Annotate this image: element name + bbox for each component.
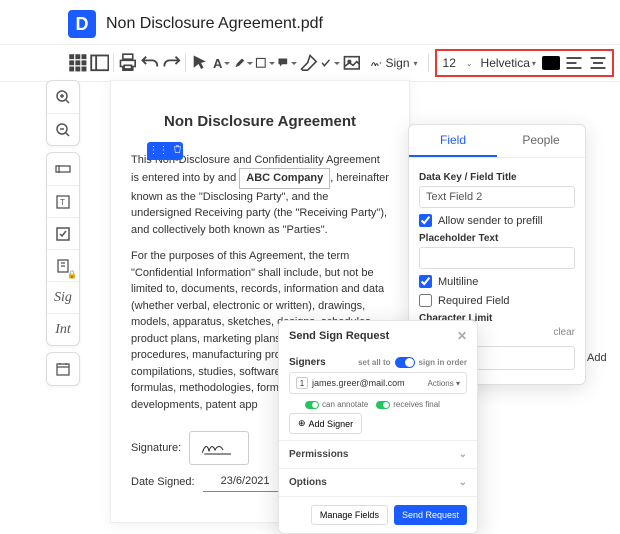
tab-field[interactable]: Field xyxy=(409,125,497,157)
eraser-icon[interactable] xyxy=(299,53,319,73)
pointer-icon[interactable] xyxy=(190,53,210,73)
signers-label: Signers xyxy=(289,357,326,368)
sign-button[interactable]: Sign▾ xyxy=(364,53,424,73)
attachment-field-icon[interactable]: 🔒 xyxy=(47,249,79,281)
print-icon[interactable] xyxy=(118,53,138,73)
send-request-button[interactable]: Send Request xyxy=(394,505,467,525)
text-tool-icon[interactable]: A xyxy=(212,53,232,73)
data-key-label: Data Key / Field Title xyxy=(419,172,575,183)
close-icon[interactable]: ✕ xyxy=(457,329,467,343)
svg-text:T: T xyxy=(60,198,65,207)
app-logo: D xyxy=(68,10,96,38)
signer-row: 1 james.greer@mail.com Actions ▾ xyxy=(289,372,467,394)
grid-icon[interactable] xyxy=(68,53,88,73)
zoom-in-icon[interactable] xyxy=(47,81,79,113)
file-name: Non Disclosure Agreement.pdf xyxy=(106,15,323,33)
align-center-icon[interactable] xyxy=(588,53,608,73)
signer-actions[interactable]: Actions ▾ xyxy=(428,379,460,388)
color-swatch[interactable] xyxy=(542,56,560,70)
allow-prefill-label: Allow sender to prefill xyxy=(438,215,543,227)
chevron-down-icon: ⌄ xyxy=(459,477,467,488)
lock-icon: 🔒 xyxy=(67,270,77,279)
allow-prefill-checkbox[interactable] xyxy=(419,214,432,227)
signature-field-icon[interactable]: Sig xyxy=(47,281,79,313)
image-tool-icon[interactable] xyxy=(342,53,362,73)
trash-icon[interactable] xyxy=(173,143,182,158)
multiline-checkbox[interactable] xyxy=(419,275,432,288)
placeholder-label: Placeholder Text xyxy=(419,233,575,244)
signer-email: james.greer@mail.com xyxy=(312,378,424,388)
set-all-label: set all to xyxy=(358,358,390,367)
send-sign-request-panel: Send Sign Request ✕ Signers set all to s… xyxy=(278,320,478,534)
field-drag-handle[interactable]: ⋮⋮ xyxy=(147,142,183,160)
date-field-icon[interactable] xyxy=(47,353,79,385)
sign-order-label: sign in order xyxy=(419,358,467,367)
sign-order-toggle[interactable] xyxy=(395,357,415,368)
placeholder-input[interactable] xyxy=(419,247,575,269)
data-key-input[interactable] xyxy=(419,186,575,208)
initials-field-icon[interactable]: Int xyxy=(47,313,79,345)
signature-box[interactable] xyxy=(189,431,249,465)
plus-icon: ⊕ xyxy=(298,418,306,429)
align-left-icon[interactable] xyxy=(564,53,584,73)
pen-tool-icon[interactable] xyxy=(234,53,254,73)
paragraph-1: ⋮⋮ This Non-Disclosure and Confidentiali… xyxy=(131,152,389,239)
company-text-field[interactable]: ABC Company xyxy=(239,168,330,189)
options-accordion[interactable]: Options⌄ xyxy=(279,468,477,496)
drag-grip-icon: ⋮⋮ xyxy=(149,143,169,158)
multiline-label: Multiline xyxy=(438,276,478,288)
panel-icon[interactable] xyxy=(90,53,110,73)
perm-finalize-toggle[interactable] xyxy=(376,401,390,409)
redo-icon[interactable] xyxy=(162,53,182,73)
comment-icon[interactable] xyxy=(277,53,297,73)
toolbar: A Sign▾ 12⌄ Helvetica▾ xyxy=(0,44,620,82)
required-label: Required Field xyxy=(438,295,510,307)
signer-order[interactable]: 1 xyxy=(296,377,308,389)
tab-people[interactable]: People xyxy=(497,125,585,157)
add-signer-button[interactable]: ⊕Add Signer xyxy=(289,413,362,434)
sidebar: T 🔒 Sig Int xyxy=(46,80,80,386)
font-size-select[interactable]: 12⌄ xyxy=(441,56,475,70)
permissions-accordion[interactable]: Permissions⌄ xyxy=(279,440,477,468)
date-signed-label: Date Signed: xyxy=(131,474,195,491)
clear-button[interactable]: clear xyxy=(553,327,575,338)
header: D Non Disclosure Agreement.pdf xyxy=(0,0,620,44)
check-tool-icon[interactable] xyxy=(320,53,340,73)
signature-label: Signature: xyxy=(131,440,181,457)
font-format-group: 12⌄ Helvetica▾ xyxy=(435,49,614,77)
add-button[interactable]: Add xyxy=(581,348,613,368)
undo-icon[interactable] xyxy=(140,53,160,73)
text-field-icon[interactable] xyxy=(47,153,79,185)
chevron-down-icon: ⌄ xyxy=(459,449,467,460)
text-area-icon[interactable]: T xyxy=(47,185,79,217)
manage-fields-button[interactable]: Manage Fields xyxy=(311,505,388,525)
doc-title: Non Disclosure Agreement xyxy=(131,111,389,134)
zoom-out-icon[interactable] xyxy=(47,113,79,145)
required-checkbox[interactable] xyxy=(419,294,432,307)
shape-tool-icon[interactable] xyxy=(255,53,275,73)
checkbox-field-icon[interactable] xyxy=(47,217,79,249)
font-family-select[interactable]: Helvetica▾ xyxy=(479,56,538,70)
date-signed-value[interactable]: 23/6/2021 xyxy=(203,473,288,492)
perm-annotate-toggle[interactable] xyxy=(305,401,319,409)
send-panel-title: Send Sign Request xyxy=(289,330,389,342)
